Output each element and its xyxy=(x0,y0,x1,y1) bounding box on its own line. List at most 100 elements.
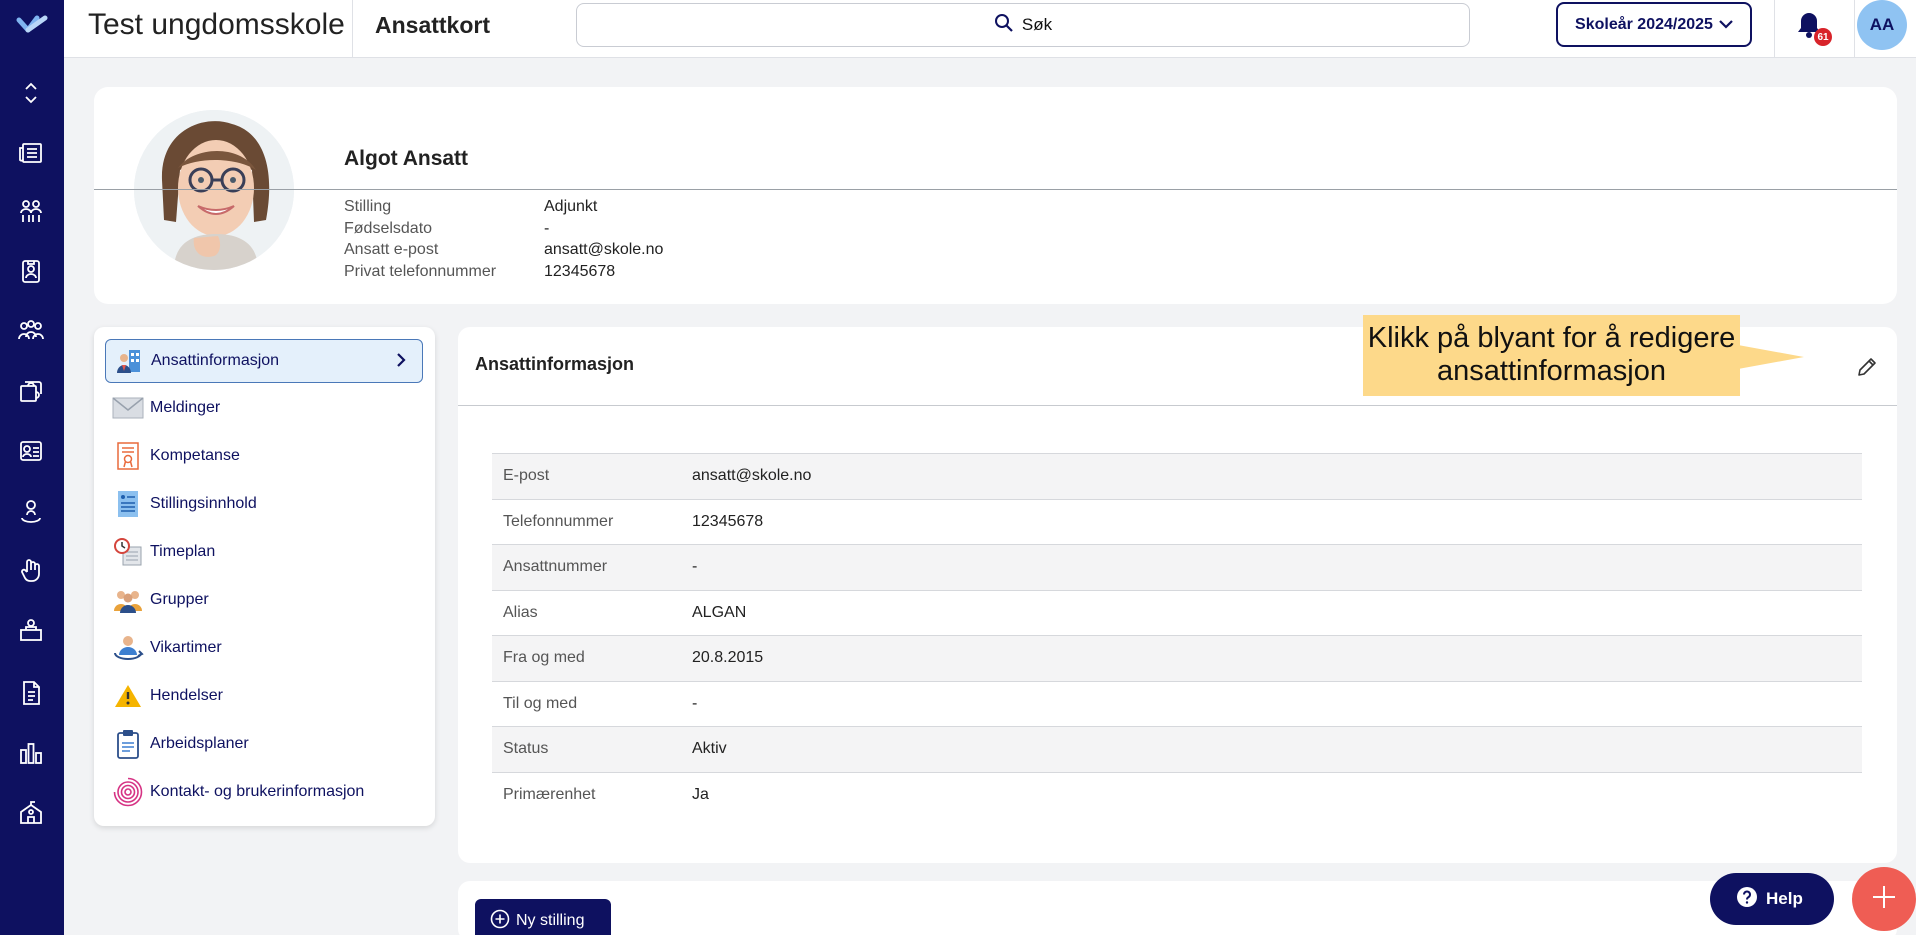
gradebook-icon[interactable] xyxy=(17,437,45,465)
menu-item-kompetanse[interactable]: Kompetanse xyxy=(105,434,423,478)
row-value: 12345678 xyxy=(692,512,764,530)
row-value: Ja xyxy=(692,785,709,803)
help-button[interactable]: Help xyxy=(1710,873,1834,925)
row-label: Status xyxy=(503,740,549,758)
row-label: Telefonnummer xyxy=(503,512,614,530)
menu-item-label: Kontakt- og brukerinformasjon xyxy=(150,783,365,800)
employee-info-icon xyxy=(112,346,146,376)
clock-calendar-icon xyxy=(111,537,145,567)
id-badge-icon[interactable] xyxy=(17,257,45,285)
question-circle-icon xyxy=(1736,886,1758,913)
menu-item-ansattinformasjon[interactable]: Ansattinformasjon xyxy=(105,339,423,383)
expand-collapse-icon[interactable] xyxy=(17,79,45,107)
row-label: Til og med xyxy=(503,694,578,712)
menu-item-label: Kompetanse xyxy=(150,447,240,464)
row-value: Aktiv xyxy=(692,740,727,758)
document-icon[interactable] xyxy=(17,679,45,707)
row-label: Fra og med xyxy=(503,649,585,667)
hand-raise-icon[interactable] xyxy=(17,557,45,585)
bar-chart-icon[interactable] xyxy=(17,739,45,767)
row-value: ALGAN xyxy=(692,603,747,621)
menu-item-label: Ansattinformasjon xyxy=(151,352,280,369)
plus-circle-icon xyxy=(490,909,510,934)
menu-item-timeplan[interactable]: Timeplan xyxy=(105,530,423,574)
employee-menu: Ansattinformasjon Meldinger Kompetanse S… xyxy=(94,327,435,826)
row-label: Ansattnummer xyxy=(503,558,608,576)
section-title: Ansattinformasjon xyxy=(475,354,635,374)
school-name: Test ungdomsskole xyxy=(88,8,345,41)
help-label: Help xyxy=(1766,889,1803,908)
group-icon[interactable] xyxy=(17,317,45,345)
tooltip-line: Klikk på blyant for å redigere xyxy=(1367,322,1736,354)
profile-value: ansatt@skole.no xyxy=(544,241,664,258)
divider xyxy=(458,405,1897,406)
puzzle-icon[interactable] xyxy=(17,377,45,405)
app-logo-icon[interactable] xyxy=(16,12,48,38)
row-label: Primærenhet xyxy=(503,785,596,803)
row-label: Alias xyxy=(503,603,538,621)
school-building-icon[interactable] xyxy=(17,799,45,827)
profile-label: Fødselsdato xyxy=(344,219,433,237)
profile-photo xyxy=(134,110,294,270)
certificate-icon xyxy=(111,441,145,471)
new-position-label: Ny stilling xyxy=(516,912,585,929)
table-row: Fra og med 20.8.2015 xyxy=(492,635,1862,681)
chevron-right-icon xyxy=(396,352,406,373)
row-value: 20.8.2015 xyxy=(692,649,764,667)
employee-name: Algot Ansatt xyxy=(344,147,469,170)
person-hub-icon[interactable] xyxy=(17,497,45,525)
menu-item-label: Arbeidsplaner xyxy=(150,735,249,752)
add-fab-button[interactable] xyxy=(1852,867,1916,931)
employee-info-card: Ansattinformasjon E-post ansatt@skole.no … xyxy=(458,327,1897,863)
table-row: Til og med - xyxy=(492,680,1862,727)
school-year-selector[interactable]: Skoleår 2024/2025 xyxy=(1556,2,1752,47)
positions-card: Ny stilling xyxy=(458,881,1897,935)
profile-details: Stilling Adjunkt Fødselsdato - Ansatt e-po… xyxy=(344,196,663,282)
envelope-icon xyxy=(111,393,145,423)
notification-badge: 61 xyxy=(1814,28,1832,46)
classroom-icon[interactable] xyxy=(17,617,45,645)
tooltip-line: ansattinformasjon xyxy=(1437,355,1666,387)
tooltip-pointer xyxy=(1738,345,1804,369)
profile-label: Stilling xyxy=(344,198,392,215)
divider xyxy=(1774,0,1775,58)
divider xyxy=(352,0,353,58)
page-title: Ansattkort xyxy=(375,12,491,38)
menu-item-label: Meldinger xyxy=(150,399,221,416)
menu-item-label: Vikartimer xyxy=(150,639,222,656)
profile-label: Privat telefonnummer xyxy=(344,262,497,280)
warning-icon xyxy=(111,681,145,711)
profile-row: Fødselsdato - xyxy=(344,218,663,240)
menu-item-label: Stillingsinnhold xyxy=(150,495,257,512)
profile-row: Privat telefonnummer 12345678 xyxy=(344,261,663,283)
menu-item-label: Timeplan xyxy=(150,543,216,560)
menu-item-kontakt-og-brukerinformasjon[interactable]: Kontakt- og brukerinformasjon xyxy=(105,770,423,814)
menu-item-grupper[interactable]: Grupper xyxy=(105,578,423,622)
profile-value: 12345678 xyxy=(544,262,616,280)
people-icon[interactable] xyxy=(17,197,45,225)
divider xyxy=(1854,0,1855,58)
table-row: Alias ALGAN xyxy=(492,589,1862,636)
divider xyxy=(94,189,1897,190)
menu-item-label: Grupper xyxy=(150,591,209,608)
profile-value: Adjunkt xyxy=(544,198,598,215)
menu-item-label: Hendelser xyxy=(150,687,223,704)
school-year-label: Skoleår 2024/2025 xyxy=(1575,15,1713,33)
table-row: Status Aktiv xyxy=(492,726,1862,772)
menu-item-stillingsinnhold[interactable]: Stillingsinnhold xyxy=(105,482,423,526)
fingerprint-icon xyxy=(111,777,145,807)
search-box[interactable]: Søk xyxy=(576,3,1470,47)
pencil-edit-icon[interactable] xyxy=(1855,355,1881,381)
row-value: ansatt@skole.no xyxy=(692,467,812,485)
top-bar: Test ungdomsskole Ansattkort Søk Skoleår… xyxy=(64,0,1916,58)
user-avatar[interactable]: AA xyxy=(1857,0,1907,50)
profile-card: Algot Ansatt Stilling Adjunkt Fødselsdato… xyxy=(94,87,1897,304)
menu-item-vikartimer[interactable]: Vikartimer xyxy=(105,626,423,670)
row-value: - xyxy=(692,694,698,712)
new-position-button[interactable]: Ny stilling xyxy=(475,899,611,935)
news-icon[interactable] xyxy=(17,139,45,167)
menu-item-arbeidsplaner[interactable]: Arbeidsplaner xyxy=(105,722,423,766)
table-row: E-post ansatt@skole.no xyxy=(492,453,1862,499)
menu-item-hendelser[interactable]: Hendelser xyxy=(105,674,423,718)
menu-item-meldinger[interactable]: Meldinger xyxy=(105,386,423,430)
